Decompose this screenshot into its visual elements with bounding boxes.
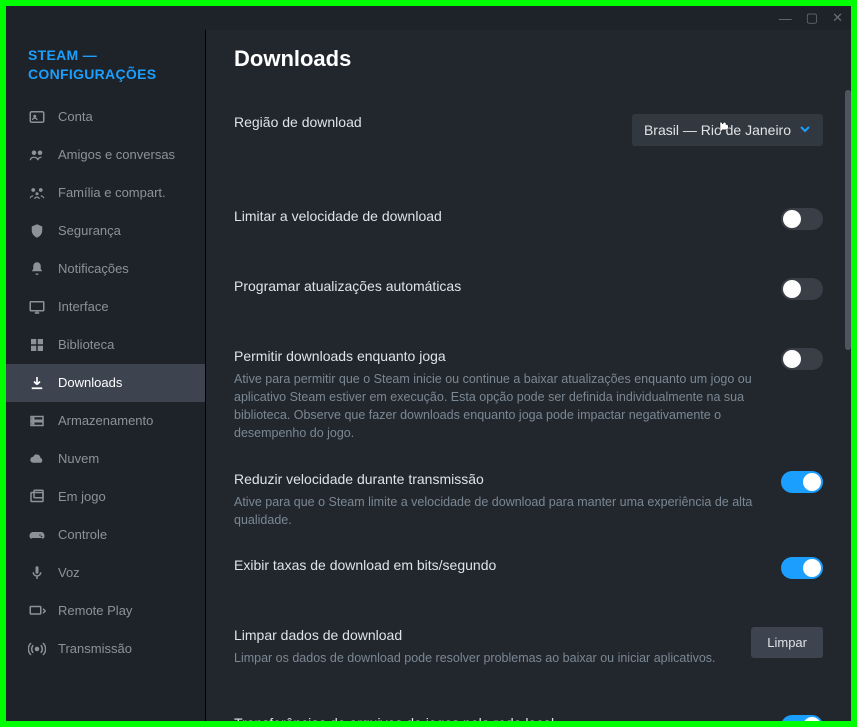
shield-icon <box>28 222 46 240</box>
limit-speed-label: Limitar a velocidade de download <box>234 208 781 224</box>
sidebar-item-label: Remote Play <box>58 603 132 619</box>
sidebar-item-gamepad[interactable]: Controle <box>6 516 205 554</box>
friends-icon <box>28 146 46 164</box>
broadcast-icon <box>28 640 46 658</box>
throttle-streaming-row: Reduzir velocidade durante transmissão A… <box>234 457 823 543</box>
maximize-button[interactable]: ▢ <box>806 10 818 26</box>
sidebar-item-cloud[interactable]: Nuvem <box>6 440 205 478</box>
schedule-updates-row: Programar atualizações automáticas <box>234 264 823 314</box>
mic-icon <box>28 564 46 582</box>
throttle-streaming-label: Reduzir velocidade durante transmissão <box>234 471 761 487</box>
clear-cache-label: Limpar dados de download <box>234 627 731 643</box>
sidebar-item-broadcast[interactable]: Transmissão <box>6 630 205 668</box>
sidebar-item-label: Armazenamento <box>58 413 153 429</box>
sidebar-item-shield[interactable]: Segurança <box>6 212 205 250</box>
lan-transfer-row: Transferências de arquivos de jogos pela… <box>234 701 823 721</box>
sidebar: STEAM — CONFIGURAÇÕES Conta Amigos e conv… <box>6 30 206 721</box>
sidebar-item-monitor[interactable]: Interface <box>6 288 205 326</box>
scrollbar-thumb[interactable] <box>845 90 851 350</box>
throttle-streaming-desc: Ative para que o Steam limite a velocida… <box>234 493 761 529</box>
settings-window: — ▢ ✕ STEAM — CONFIGURAÇÕES Conta Amigos … <box>6 6 851 721</box>
sidebar-item-friends[interactable]: Amigos e conversas <box>6 136 205 174</box>
sidebar-item-download[interactable]: Downloads <box>6 364 205 402</box>
id-card-icon <box>28 108 46 126</box>
allow-while-playing-desc: Ative para permitir que o Steam inicie o… <box>234 370 761 443</box>
sidebar-item-overlay[interactable]: Em jogo <box>6 478 205 516</box>
overlay-icon <box>28 488 46 506</box>
family-icon <box>28 184 46 202</box>
chevron-down-icon <box>799 122 811 138</box>
download-icon <box>28 374 46 392</box>
limit-speed-row: Limitar a velocidade de download <box>234 194 823 244</box>
sidebar-item-label: Conta <box>58 109 93 125</box>
clear-cache-desc: Limpar os dados de download pode resolve… <box>234 649 731 667</box>
sidebar-item-label: Nuvem <box>58 451 99 467</box>
allow-while-playing-label: Permitir downloads enquanto joga <box>234 348 761 364</box>
close-button[interactable]: ✕ <box>832 10 843 26</box>
sidebar-item-label: Biblioteca <box>58 337 114 353</box>
gamepad-icon <box>28 526 46 544</box>
sidebar-item-label: Downloads <box>58 375 122 391</box>
page-title: Downloads <box>234 46 823 72</box>
limit-speed-toggle[interactable] <box>781 208 823 230</box>
sidebar-item-label: Interface <box>58 299 109 315</box>
sidebar-item-mic[interactable]: Voz <box>6 554 205 592</box>
sidebar-item-label: Em jogo <box>58 489 106 505</box>
lan-transfer-label: Transferências de arquivos de jogos pela… <box>234 715 781 721</box>
monitor-icon <box>28 298 46 316</box>
grid-icon <box>28 336 46 354</box>
bell-icon <box>28 260 46 278</box>
sidebar-item-remote[interactable]: Remote Play <box>6 592 205 630</box>
lan-transfer-toggle[interactable] <box>781 715 823 721</box>
download-region-dropdown[interactable]: Brasil — Rio de Janeiro <box>632 114 823 146</box>
download-region-label: Região de download <box>234 114 632 130</box>
sidebar-item-label: Voz <box>58 565 80 581</box>
allow-while-playing-row: Permitir downloads enquanto joga Ative p… <box>234 334 823 457</box>
sidebar-item-label: Amigos e conversas <box>58 147 175 163</box>
sidebar-item-label: Controle <box>58 527 107 543</box>
sidebar-item-label: Segurança <box>58 223 121 239</box>
minimize-button[interactable]: — <box>779 11 792 26</box>
sidebar-item-label: Transmissão <box>58 641 132 657</box>
window-titlebar: — ▢ ✕ <box>6 6 851 30</box>
schedule-updates-toggle[interactable] <box>781 278 823 300</box>
download-region-value: Brasil — Rio de Janeiro <box>644 122 791 138</box>
storage-icon <box>28 412 46 430</box>
sidebar-item-id-card[interactable]: Conta <box>6 98 205 136</box>
show-bits-label: Exibir taxas de download em bits/segundo <box>234 557 781 573</box>
sidebar-item-bell[interactable]: Notificações <box>6 250 205 288</box>
throttle-streaming-toggle[interactable] <box>781 471 823 493</box>
remote-icon <box>28 602 46 620</box>
main-panel: Downloads Região de download Brasil — Ri… <box>206 30 851 721</box>
clear-cache-row: Limpar dados de download Limpar os dados… <box>234 613 823 681</box>
show-bits-row: Exibir taxas de download em bits/segundo <box>234 543 823 593</box>
scrollbar[interactable] <box>845 30 851 721</box>
sidebar-item-label: Família e compart. <box>58 185 166 201</box>
sidebar-item-label: Notificações <box>58 261 129 277</box>
show-bits-toggle[interactable] <box>781 557 823 579</box>
sidebar-item-family[interactable]: Família e compart. <box>6 174 205 212</box>
clear-cache-button[interactable]: Limpar <box>751 627 823 658</box>
schedule-updates-label: Programar atualizações automáticas <box>234 278 781 294</box>
download-region-row: Região de download Brasil — Rio de Janei… <box>234 100 823 160</box>
sidebar-item-grid[interactable]: Biblioteca <box>6 326 205 364</box>
sidebar-item-storage[interactable]: Armazenamento <box>6 402 205 440</box>
sidebar-nav: Conta Amigos e conversas Família e compart… <box>6 98 205 721</box>
allow-while-playing-toggle[interactable] <box>781 348 823 370</box>
cloud-icon <box>28 450 46 468</box>
sidebar-title: STEAM — CONFIGURAÇÕES <box>6 34 205 98</box>
